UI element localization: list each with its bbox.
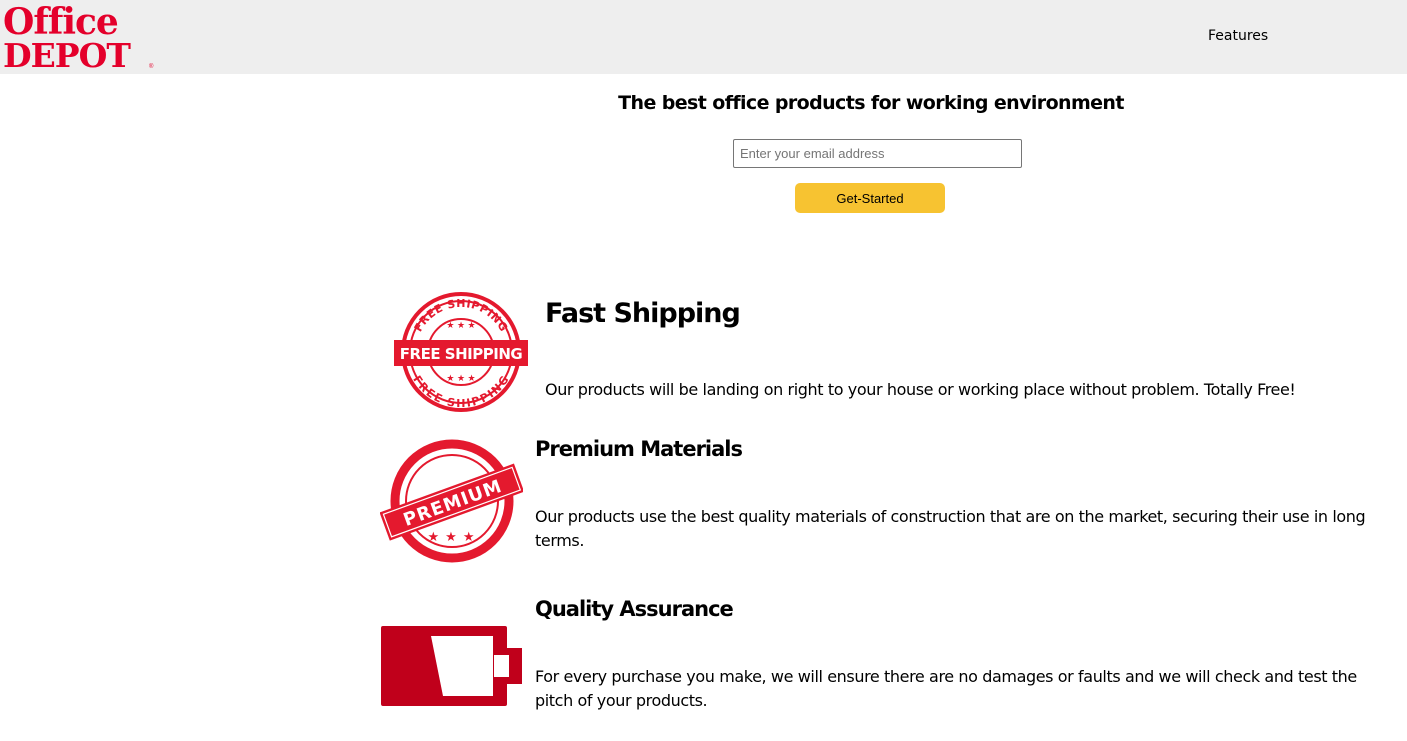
- stamp-band-text: FREE SHIPPING: [400, 345, 523, 363]
- email-input[interactable]: [733, 139, 1022, 168]
- get-started-button[interactable]: Get-Started: [795, 183, 945, 213]
- premium-stamp-icon: PREMIUM ★★★: [380, 439, 523, 563]
- feature-title-premium-materials: Premium Materials: [535, 437, 743, 461]
- feature-title-fast-shipping: Fast Shipping: [545, 298, 741, 329]
- site-header: Office DEPOT ® Features: [0, 0, 1407, 75]
- svg-text:★★★: ★★★: [428, 529, 481, 544]
- feature-text-fast-shipping: Our products will be landing on right to…: [545, 380, 1296, 399]
- feature-text-premium-materials: Our products use the best quality materi…: [535, 507, 1366, 550]
- feature-title-quality-assurance: Quality Assurance: [535, 597, 734, 621]
- nav-link-features[interactable]: Features: [1208, 28, 1268, 44]
- logo-registered-mark: ®: [149, 64, 154, 70]
- svg-text:★ ★ ★: ★ ★ ★: [446, 320, 475, 330]
- battery-icon: [381, 626, 522, 706]
- logo-line-2: DEPOT: [3, 36, 131, 75]
- office-depot-logo[interactable]: Office DEPOT ®: [3, 1, 154, 75]
- svg-text:★ ★ ★: ★ ★ ★: [446, 373, 475, 383]
- feature-text-quality-assurance: For every purchase you make, we will ens…: [535, 667, 1357, 710]
- free-shipping-stamp-icon: FREE SHIPPING FREE SHIPPING ★ ★ ★ ★ ★ ★ …: [394, 292, 528, 412]
- hero-title: The best office products for working env…: [618, 92, 1124, 114]
